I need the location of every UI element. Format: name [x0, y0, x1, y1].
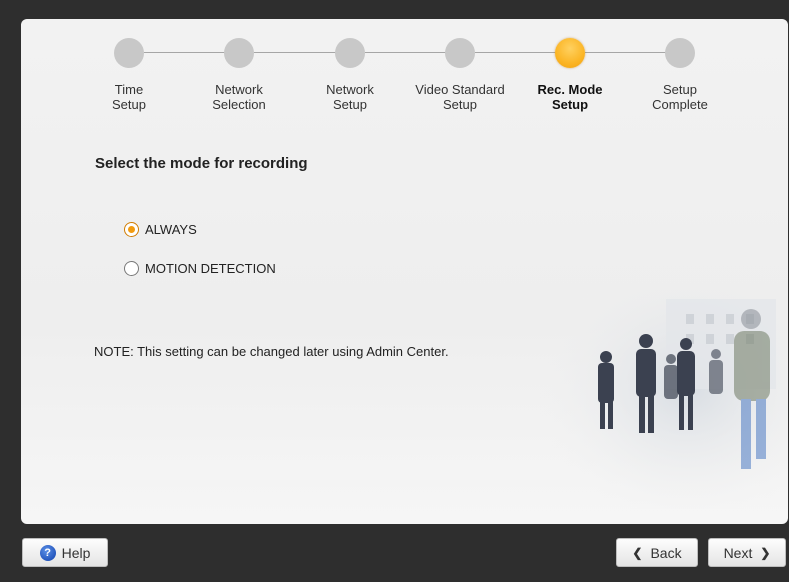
- step-connector: [475, 52, 566, 53]
- step-circle-video-standard-setup: [445, 38, 475, 68]
- back-button-label[interactable]: Back: [650, 545, 681, 561]
- help-button-label[interactable]: Help: [62, 545, 91, 561]
- step-connector: [254, 52, 346, 53]
- step-label-setup-complete: Setup Complete: [652, 82, 708, 112]
- chevron-right-icon: ❯: [760, 545, 771, 560]
- step-circle-rec-mode-setup: [555, 38, 585, 68]
- step-label-network-setup: Network Setup: [326, 82, 374, 112]
- step-circle-time-setup: [114, 38, 144, 68]
- step-circle-setup-complete: [665, 38, 695, 68]
- step-connector: [585, 52, 666, 53]
- help-button[interactable]: ? Help: [22, 538, 108, 567]
- step-label-video-standard-setup: Video Standard Setup: [415, 82, 505, 112]
- wizard-panel: Time Setup Network Selection Network Set…: [21, 19, 788, 524]
- step-circle-network-setup: [335, 38, 365, 68]
- step-circle-network-selection: [224, 38, 254, 68]
- radio-button-motion-detection[interactable]: [124, 261, 139, 276]
- next-button[interactable]: Next ❯: [708, 538, 786, 567]
- chevron-left-icon: ❮: [632, 545, 643, 560]
- help-icon: ?: [39, 544, 56, 561]
- radio-label-motion-detection[interactable]: MOTION DETECTION: [145, 261, 276, 276]
- radio-label-always[interactable]: ALWAYS: [145, 222, 197, 237]
- step-connector: [144, 52, 235, 53]
- radio-button-always[interactable]: [124, 222, 139, 237]
- step-label-time-setup: Time Setup: [112, 82, 146, 112]
- next-button-label[interactable]: Next: [724, 545, 753, 561]
- step-connector: [365, 52, 456, 53]
- step-label-network-selection: Network Selection: [212, 82, 266, 112]
- note-text: NOTE: This setting can be changed later …: [94, 344, 449, 359]
- step-label-rec-mode-setup: Rec. Mode Setup: [537, 82, 603, 112]
- back-button[interactable]: ❮ Back: [616, 538, 698, 567]
- page-title: Select the mode for recording: [95, 155, 308, 172]
- radio-option-always[interactable]: ALWAYS: [124, 222, 197, 237]
- radio-option-motion-detection[interactable]: MOTION DETECTION: [124, 261, 276, 276]
- decorative-people-image: [536, 289, 788, 509]
